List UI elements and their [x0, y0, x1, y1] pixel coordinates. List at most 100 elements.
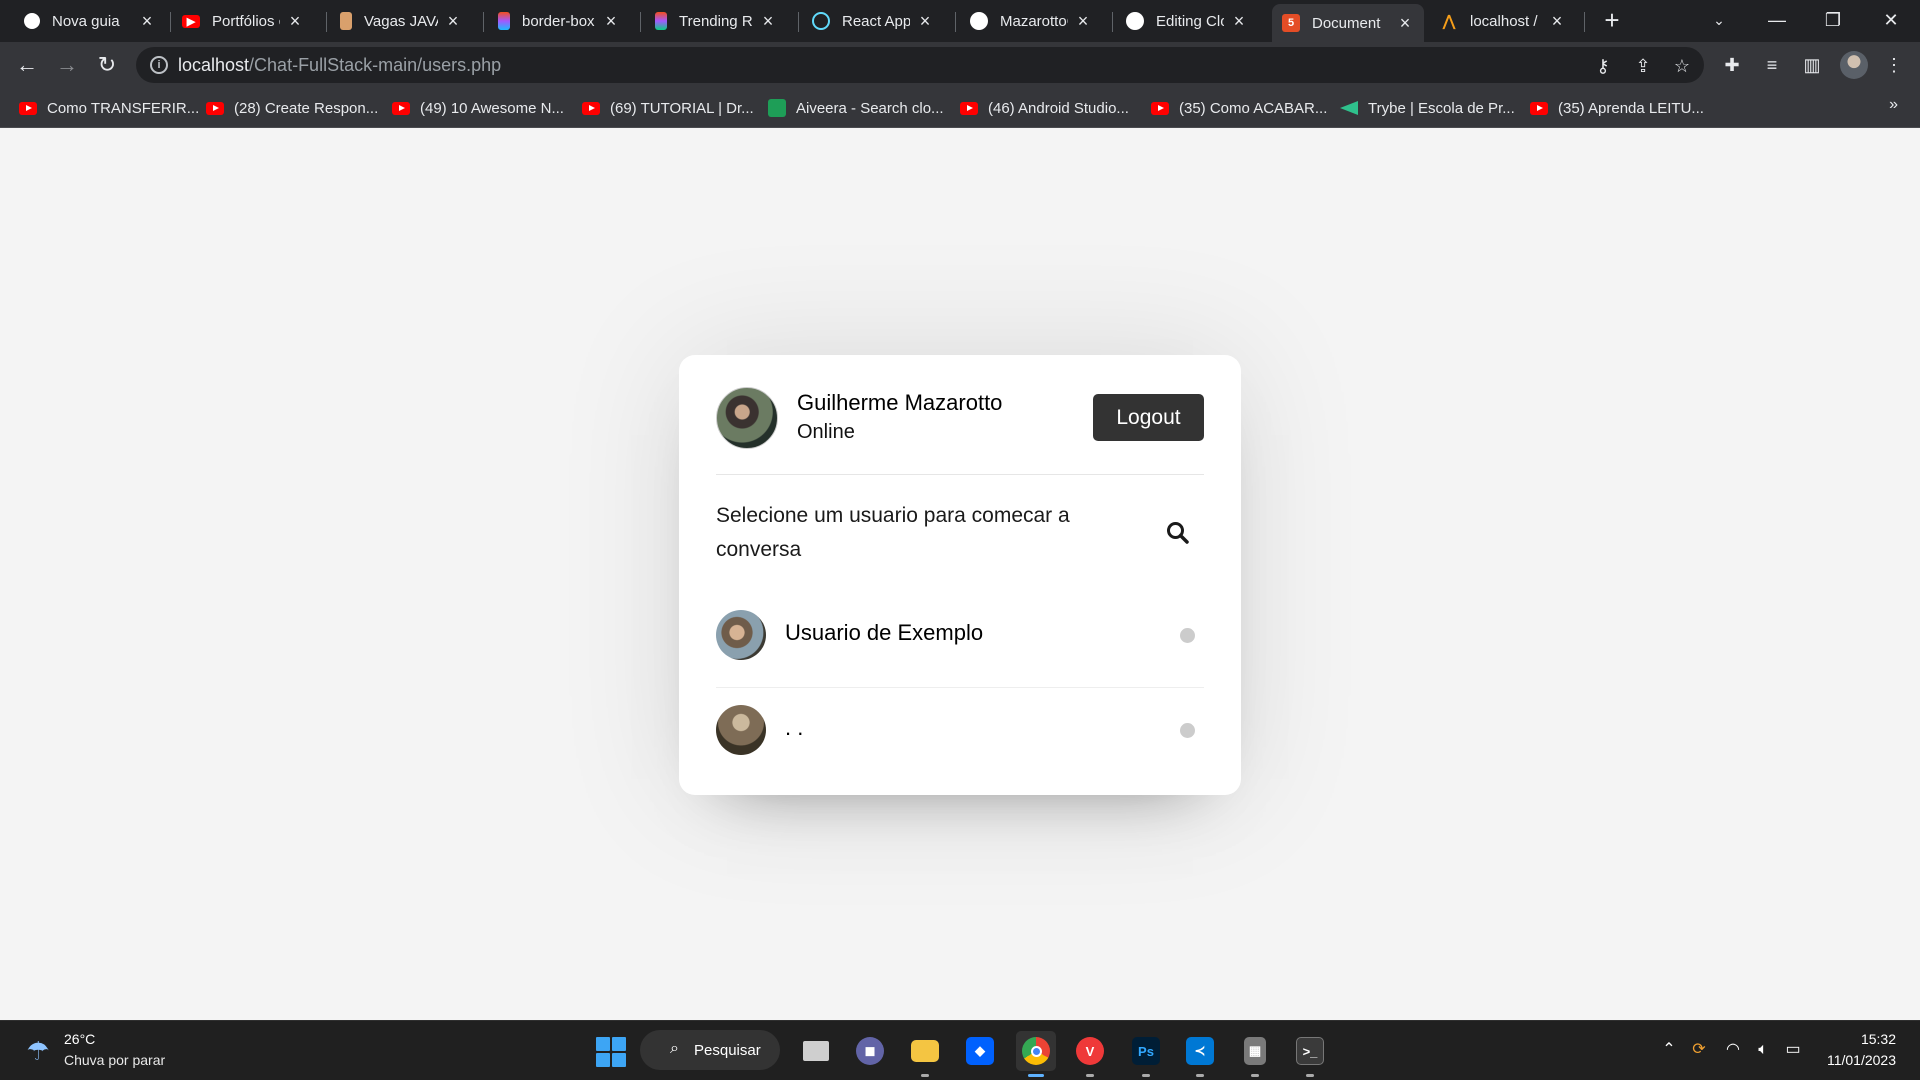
vscode-icon[interactable]: ≺: [1180, 1031, 1220, 1077]
user-list-item[interactable]: Usuario de Exemplo: [716, 593, 1204, 688]
browser-tab[interactable]: ▶ Portfólios c ×: [172, 4, 314, 38]
close-window-icon[interactable]: ✕: [1866, 4, 1916, 36]
youtube-icon: [1151, 101, 1169, 115]
close-tab-icon[interactable]: ×: [602, 11, 620, 32]
bookmark-item[interactable]: Trybe | Escola de Pr...: [1340, 96, 1515, 120]
sync-icon[interactable]: ⟳: [1688, 1039, 1710, 1061]
running-indicator: [1086, 1074, 1094, 1077]
bookmark-label: (35) Como ACABAR...: [1179, 99, 1328, 117]
windows-taskbar: ☂ 26°C Chuva por parar ⌕ Pesquisar ◼ ◆ V…: [0, 1020, 1920, 1080]
browser-tab-active[interactable]: 5 Document ×: [1272, 4, 1424, 42]
forward-arrow-icon[interactable]: →: [52, 50, 82, 80]
tab-separator: [170, 12, 171, 32]
more-menu-icon[interactable]: ⋮: [1882, 53, 1906, 77]
user-list-item[interactable]: . .: [716, 688, 1204, 783]
user-avatar: [716, 610, 766, 660]
bookmark-label: (46) Android Studio...: [988, 99, 1129, 117]
address-bar[interactable]: i localhost/Chat-FullStack-main/users.ph…: [136, 47, 1704, 83]
chrome-icon[interactable]: [1016, 1031, 1056, 1077]
youtube-icon: [582, 101, 600, 115]
bookmark-item[interactable]: Como TRANSFERIR...: [19, 96, 199, 120]
bookmark-item[interactable]: (28) Create Respon...: [206, 96, 378, 120]
key-icon[interactable]: ⚷: [1592, 55, 1614, 77]
url-host: localhost: [178, 55, 250, 75]
more-bookmarks-chevron-icon[interactable]: »: [1889, 96, 1898, 114]
close-tab-icon[interactable]: ×: [286, 11, 304, 32]
weather-temperature[interactable]: 26°C: [64, 1031, 95, 1047]
close-tab-icon[interactable]: ×: [916, 11, 934, 32]
minimize-icon[interactable]: —: [1752, 4, 1802, 36]
browser-toolbar: ← → ↻ i localhost/Chat-FullStack-main/us…: [0, 42, 1920, 88]
bookmark-item[interactable]: (35) Aprenda LEITU...: [1530, 96, 1704, 120]
browser-tab[interactable]: Nova guia ×: [14, 4, 166, 38]
clock-time[interactable]: 15:32: [1850, 1031, 1896, 1047]
weather-description[interactable]: Chuva por parar: [64, 1052, 165, 1068]
restore-icon[interactable]: ❐: [1808, 4, 1858, 36]
calculator-icon[interactable]: ▦: [1235, 1031, 1275, 1077]
close-tab-icon[interactable]: ×: [1074, 11, 1092, 32]
youtube-icon: [1530, 101, 1548, 115]
back-arrow-icon[interactable]: ←: [12, 50, 42, 80]
page-viewport: Guilherme Mazarotto Online Logout Seleci…: [0, 129, 1920, 1020]
youtube-icon: [19, 101, 37, 115]
close-tab-icon[interactable]: ×: [759, 11, 777, 32]
browser-tab[interactable]: React App ×: [802, 4, 944, 38]
bookmark-star-icon[interactable]: ☆: [1671, 55, 1693, 77]
file-explorer-icon[interactable]: [905, 1031, 945, 1077]
github-icon: [1126, 12, 1144, 30]
show-hidden-icons-chevron-icon[interactable]: ⌃: [1658, 1039, 1680, 1061]
running-indicator: [1251, 1074, 1259, 1077]
browser-tab[interactable]: Trending Re ×: [645, 4, 787, 38]
site-info-icon[interactable]: i: [150, 56, 168, 74]
extensions-puzzle-icon[interactable]: ✚: [1720, 53, 1744, 77]
chat-users-card: Guilherme Mazarotto Online Logout Seleci…: [679, 355, 1241, 795]
close-tab-icon[interactable]: ×: [138, 11, 156, 32]
photoshop-icon[interactable]: Ps: [1126, 1031, 1166, 1077]
teams-chat-icon[interactable]: ◼: [850, 1031, 890, 1071]
running-indicator: [1196, 1074, 1204, 1077]
new-tab-button[interactable]: +: [1599, 7, 1625, 34]
bookmark-label: Aiveera - Search clo...: [796, 99, 944, 117]
umbrella-rain-icon[interactable]: ☂: [22, 1035, 54, 1067]
browser-tab[interactable]: border-box ×: [488, 4, 630, 38]
profile-avatar[interactable]: [1840, 51, 1868, 79]
close-tab-icon[interactable]: ×: [1230, 11, 1248, 32]
volume-icon[interactable]: 🔈︎: [1752, 1039, 1774, 1061]
share-icon[interactable]: ⇪: [1632, 55, 1654, 77]
task-view-icon[interactable]: [796, 1031, 836, 1071]
bookmark-item[interactable]: (69) TUTORIAL | Dr...: [582, 96, 754, 120]
taskbar-search[interactable]: ⌕ Pesquisar: [640, 1030, 780, 1070]
tab-title: Document: [1312, 14, 1381, 32]
tab-separator: [955, 12, 956, 32]
browser-tab[interactable]: ⋀ localhost / ×: [1430, 4, 1576, 38]
side-panel-icon[interactable]: ▥: [1800, 53, 1824, 77]
bookmark-item[interactable]: (35) Como ACABAR...: [1151, 96, 1327, 120]
bookmark-label: Trybe | Escola de Pr...: [1368, 99, 1515, 117]
browser-tab[interactable]: Editing Clon ×: [1116, 4, 1258, 38]
logout-button[interactable]: Logout: [1093, 394, 1204, 441]
terminal-icon[interactable]: >_: [1290, 1031, 1330, 1077]
tab-title: Editing Clon: [1156, 12, 1224, 30]
vivaldi-icon[interactable]: V: [1070, 1031, 1110, 1077]
windows-start-icon[interactable]: [596, 1037, 626, 1067]
browser-tab[interactable]: MazarottoC ×: [960, 4, 1102, 38]
bookmarks-bar: Como TRANSFERIR... (28) Create Respon...…: [0, 88, 1920, 128]
close-tab-icon[interactable]: ×: [1396, 13, 1414, 34]
bookmark-item[interactable]: (49) 10 Awesome N...: [392, 96, 564, 120]
close-tab-icon[interactable]: ×: [444, 11, 462, 32]
close-tab-icon[interactable]: ×: [1548, 11, 1566, 32]
dropbox-icon[interactable]: ◆: [960, 1031, 1000, 1071]
offline-status-dot: [1180, 723, 1195, 738]
tab-search-chevron-icon[interactable]: ⌄: [1694, 4, 1744, 36]
bookmark-label: (69) TUTORIAL | Dr...: [610, 99, 754, 117]
wifi-icon[interactable]: ◠: [1722, 1039, 1744, 1061]
search-icon[interactable]: [1165, 520, 1191, 546]
clock-date[interactable]: 11/01/2023: [1810, 1052, 1896, 1068]
browser-tab[interactable]: Vagas JAVA ×: [330, 4, 472, 38]
battery-icon[interactable]: ▭: [1782, 1039, 1804, 1061]
bookmark-item[interactable]: Aiveera - Search clo...: [768, 96, 944, 120]
url-text[interactable]: localhost/Chat-FullStack-main/users.php: [178, 55, 501, 76]
media-controls-icon[interactable]: ≡: [1760, 53, 1784, 77]
bookmark-item[interactable]: (46) Android Studio...: [960, 96, 1129, 120]
reload-icon[interactable]: ↻: [92, 50, 122, 80]
